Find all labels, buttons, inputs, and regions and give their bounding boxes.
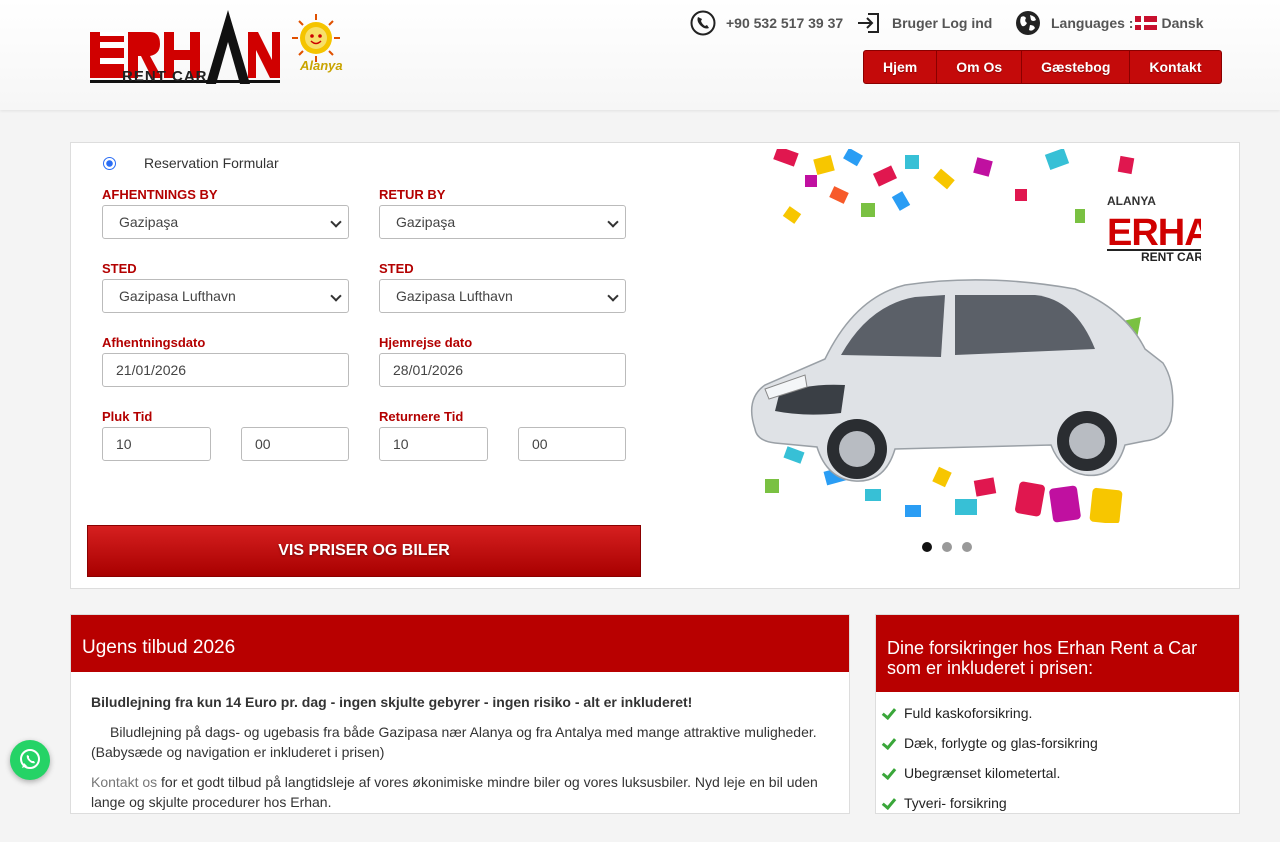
contact-us-link[interactable]: Kontakt os [91,774,157,790]
phone-contact[interactable]: +90 532 517 39 37 [690,10,843,36]
insurance-list: Fuld kaskoforsikring. Dæk, forlygte og g… [876,692,1239,824]
insurance-section: Dine forsikringer hos Erhan Rent a Car s… [875,614,1240,814]
nav-gaestebog[interactable]: Gæstebog [1022,51,1131,83]
car-slide-image: ALANYA ERHAN RENT CAR [750,149,1201,523]
phone-number: +90 532 517 39 37 [726,15,844,31]
whatsapp-button[interactable] [10,740,50,780]
site-header: RENT CAR Alanya +90 532 517 39 37 Bruger… [0,0,1280,110]
insurance-item-text: Fuld kaskoforsikring. [904,705,1033,721]
return-date-input[interactable]: 28/01/2026 [379,353,626,387]
pickup-city-label: AFHENTNINGS BY [102,187,218,202]
return-place-label: STED [379,261,414,276]
slide-brand-sub: RENT CAR [1141,250,1201,264]
offer-headline: Biludlejning fra kun 14 Euro pr. dag - i… [91,694,693,710]
offer-paragraph-2: Kontakt os for et godt tilbud på langtid… [91,772,829,812]
insurance-item-text: Tyveri- forsikring [904,795,1007,811]
login-link[interactable]: Bruger Log ind [856,10,992,36]
return-city-label: RETUR BY [379,187,446,202]
return-minute-input[interactable]: 00 [518,427,626,461]
check-icon [882,796,896,810]
slider-dot-1[interactable] [922,542,932,552]
pickup-place-label: STED [102,261,137,276]
offer-paragraph-1: Biludlejning på dags- og ugebasis fra bå… [91,722,829,762]
reservation-panel: Reservation Formular AFHENTNINGS BY Gazi… [70,142,1240,589]
offer-body: Biludlejning fra kun 14 Euro pr. dag - i… [71,672,849,842]
hero-slider[interactable]: ALANYA ERHAN RENT CAR [745,149,1201,523]
check-icon [882,706,896,720]
languages-label: Languages : [1051,15,1134,31]
return-place-select[interactable]: Gazipasa Lufthavn [379,279,626,313]
reservation-radio[interactable] [103,156,116,170]
return-time-label: Returnere Tid [379,409,464,424]
reservation-radio-label: Reservation Formular [144,155,279,171]
pickup-time-label: Pluk Tid [102,409,153,424]
slider-dots [922,542,972,552]
list-item: Tyveri- forsikring [882,788,1233,818]
slider-dot-3[interactable] [962,542,972,552]
reservation-radio-row[interactable]: Reservation Formular [103,155,279,171]
offer-paragraph-1-text: Biludlejning på dags- og ugebasis fra bå… [91,724,817,760]
pickup-date-label: Afhentningsdato [102,335,206,350]
return-hour-input[interactable]: 10 [379,427,488,461]
pickup-city-select[interactable]: Gazipaşa [102,205,349,239]
offer-title: Ugens tilbud 2026 [71,615,849,672]
language-selector[interactable]: Languages : Dansk [1015,10,1204,36]
offer-paragraph-2-text: for et godt tilbud på langtidsleje af vo… [91,774,818,810]
site-logo[interactable]: RENT CAR Alanya [88,8,348,88]
logo-subtitle: RENT CAR [122,68,208,85]
list-item: Fuld kaskoforsikring. [882,698,1233,728]
return-date-label: Hjemrejse dato [379,335,473,350]
phone-icon [690,10,716,36]
login-label: Bruger Log ind [892,15,993,31]
pickup-date-input[interactable]: 21/01/2026 [102,353,349,387]
nav-kontakt[interactable]: Kontakt [1130,51,1220,83]
pickup-hour-input[interactable]: 10 [102,427,211,461]
current-language: Dansk [1161,15,1204,31]
nav-om-os[interactable]: Om Os [937,51,1023,83]
check-icon [882,766,896,780]
pickup-place-select[interactable]: Gazipasa Lufthavn [102,279,349,313]
slide-brand: ERHAN [1107,212,1201,254]
list-item: Ubegrænset kilometertal. [882,758,1233,788]
login-icon [858,13,879,33]
insurance-item-text: Ubegrænset kilometertal. [904,765,1061,781]
pickup-minute-input[interactable]: 00 [241,427,349,461]
danish-flag-icon [1135,16,1158,30]
slide-brand-top: ALANYA [1107,194,1156,208]
slider-dot-2[interactable] [942,542,952,552]
insurance-item-text: Dæk, forlygte og glas-forsikring [904,735,1098,751]
globe-icon [1016,11,1040,35]
nav-hjem[interactable]: Hjem [864,51,938,83]
check-icon [882,736,896,750]
weekly-offer-section: Ugens tilbud 2026 Biludlejning fra kun 1… [70,614,850,814]
show-prices-button[interactable]: VIS PRISER OG BILER [87,525,641,577]
list-item: Dæk, forlygte og glas-forsikring [882,728,1233,758]
whatsapp-icon [20,749,40,769]
main-nav: Hjem Om Os Gæstebog Kontakt [863,50,1222,84]
insurance-title: Dine forsikringer hos Erhan Rent a Car s… [876,615,1239,692]
return-city-select[interactable]: Gazipaşa [379,205,626,239]
logo-alanya: Alanya [300,58,343,73]
